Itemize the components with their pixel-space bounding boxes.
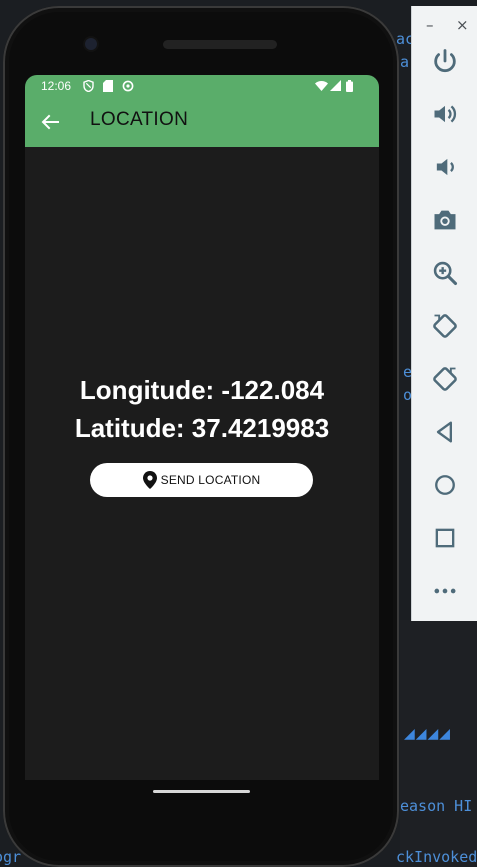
sd-card-icon	[103, 80, 113, 92]
camera-icon	[434, 210, 456, 230]
shield-icon	[83, 80, 94, 92]
wifi-icon	[315, 81, 328, 91]
volume-up-button[interactable]	[430, 99, 460, 129]
back-arrow-button[interactable]	[37, 109, 63, 135]
home-circle-icon	[435, 475, 455, 495]
background-triangles: ◢◢◢◢	[404, 726, 452, 742]
zoom-button[interactable]	[430, 258, 460, 288]
background-panel	[400, 620, 477, 867]
home-gesture-pill[interactable]	[153, 790, 250, 793]
app-bar: LOCATION	[25, 97, 379, 147]
status-time: 12:06	[41, 79, 72, 93]
send-location-button[interactable]: SEND LOCATION	[90, 463, 313, 497]
power-button[interactable]	[430, 46, 460, 76]
overview-square-icon	[435, 528, 455, 548]
send-location-label: SEND LOCATION	[160, 473, 261, 487]
power-icon	[434, 49, 456, 73]
navigation-bar	[25, 780, 379, 820]
more-icon	[434, 588, 456, 594]
location-pin-icon	[142, 471, 157, 489]
notification-dot-icon	[122, 80, 134, 92]
background-code-fragment: ckInvokedC	[396, 848, 477, 866]
front-camera	[85, 38, 97, 50]
desktop-stage: ac ar e o ◢◢◢◢ eason HI ckInvokedC ogr –…	[0, 0, 477, 867]
rotate-left-icon	[433, 314, 457, 338]
volume-up-icon	[434, 105, 457, 123]
screenshot-button[interactable]	[430, 205, 460, 235]
minimize-button[interactable]: –	[426, 18, 434, 33]
phone-screen: 12:06 LOCATION Longitude: -122.084 Latit…	[25, 75, 379, 780]
longitude-text: Longitude: -122.084	[79, 375, 325, 405]
battery-icon	[346, 80, 353, 92]
back-triangle-icon	[436, 421, 452, 443]
status-bar: 12:06	[25, 75, 379, 97]
zoom-in-icon	[433, 261, 458, 286]
arrow-back-icon	[41, 114, 59, 130]
close-button[interactable]: ×	[456, 18, 469, 33]
volume-down-icon	[436, 158, 454, 176]
main-content: Longitude: -122.084 Latitude: 37.4219983…	[25, 147, 379, 780]
background-code-fragment: eason HI	[400, 797, 473, 815]
rotate-right-button[interactable]	[430, 364, 460, 394]
rotate-right-icon	[433, 367, 457, 391]
background-code-fragment: ogr	[0, 848, 22, 866]
overview-button[interactable]	[430, 523, 460, 553]
emulator-toolbar: – ×	[411, 6, 477, 621]
more-button[interactable]	[430, 576, 460, 606]
volume-down-button[interactable]	[430, 152, 460, 182]
earpiece-speaker	[163, 40, 277, 49]
latitude-text: Latitude: 37.4219983	[74, 413, 330, 443]
page-title: LOCATION	[90, 109, 189, 130]
signal-icon	[330, 80, 341, 91]
home-button[interactable]	[430, 470, 460, 500]
rotate-left-button[interactable]	[430, 311, 460, 341]
back-button[interactable]	[430, 417, 460, 447]
